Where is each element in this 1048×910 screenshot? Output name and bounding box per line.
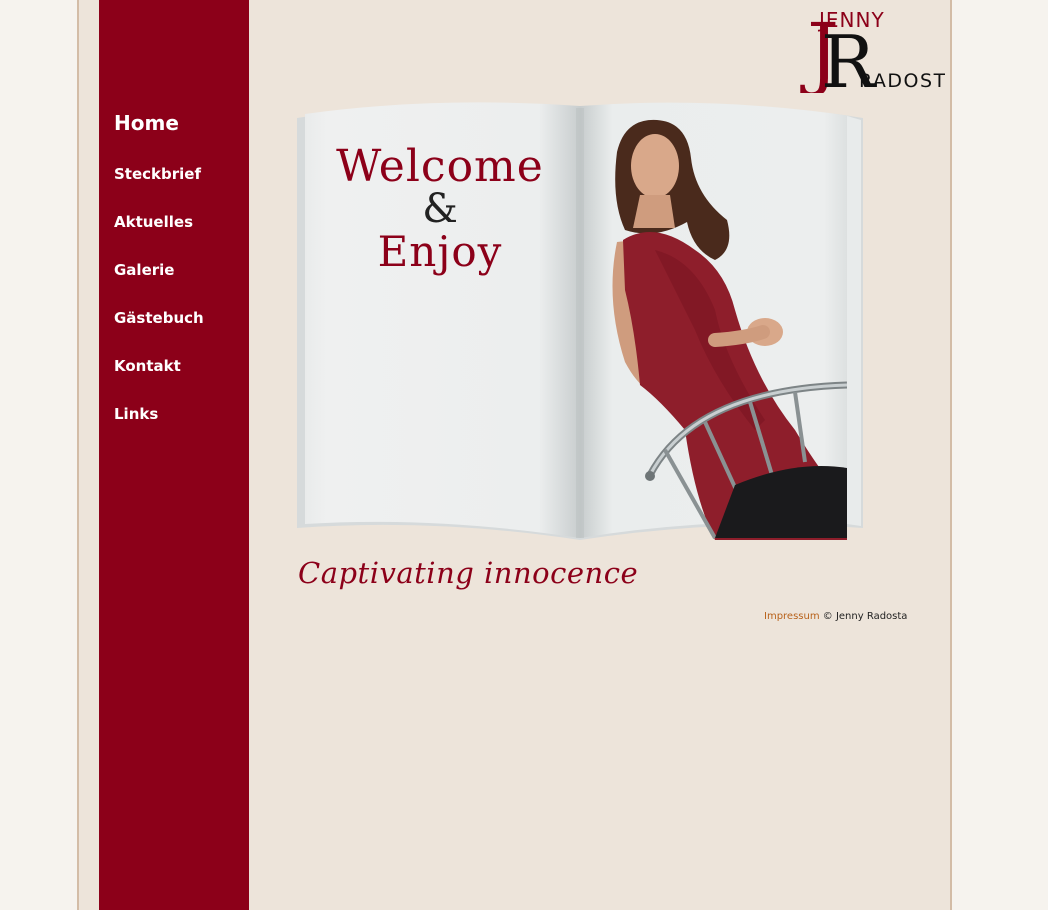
welcome-heading: Welcome & Enjoy [330,145,550,273]
nav-links[interactable]: Links [114,405,158,423]
sidebar-nav: Home Steckbrief Aktuelles Galerie Gästeb… [99,0,249,910]
site-logo[interactable]: J JENNY R RADOSTA [793,5,945,93]
welcome-line-1: Welcome [336,141,544,192]
welcome-ampersand: & [422,186,458,232]
welcome-line-2: Enjoy [377,227,503,276]
nav-steckbrief[interactable]: Steckbrief [114,165,201,183]
tagline: Captivating innocence [298,556,639,590]
footer: Impressum © Jenny Radosta [764,611,907,622]
nav-kontakt[interactable]: Kontakt [114,357,181,375]
logo-last-name: RADOSTA [859,70,945,92]
nav-gaestebuch[interactable]: Gästebuch [114,309,204,327]
nav-home[interactable]: Home [114,111,179,135]
impressum-link[interactable]: Impressum [764,611,820,622]
nav-aktuelles[interactable]: Aktuelles [114,213,193,231]
copyright-text: © Jenny Radosta [822,611,908,622]
nav-galerie[interactable]: Galerie [114,261,174,279]
